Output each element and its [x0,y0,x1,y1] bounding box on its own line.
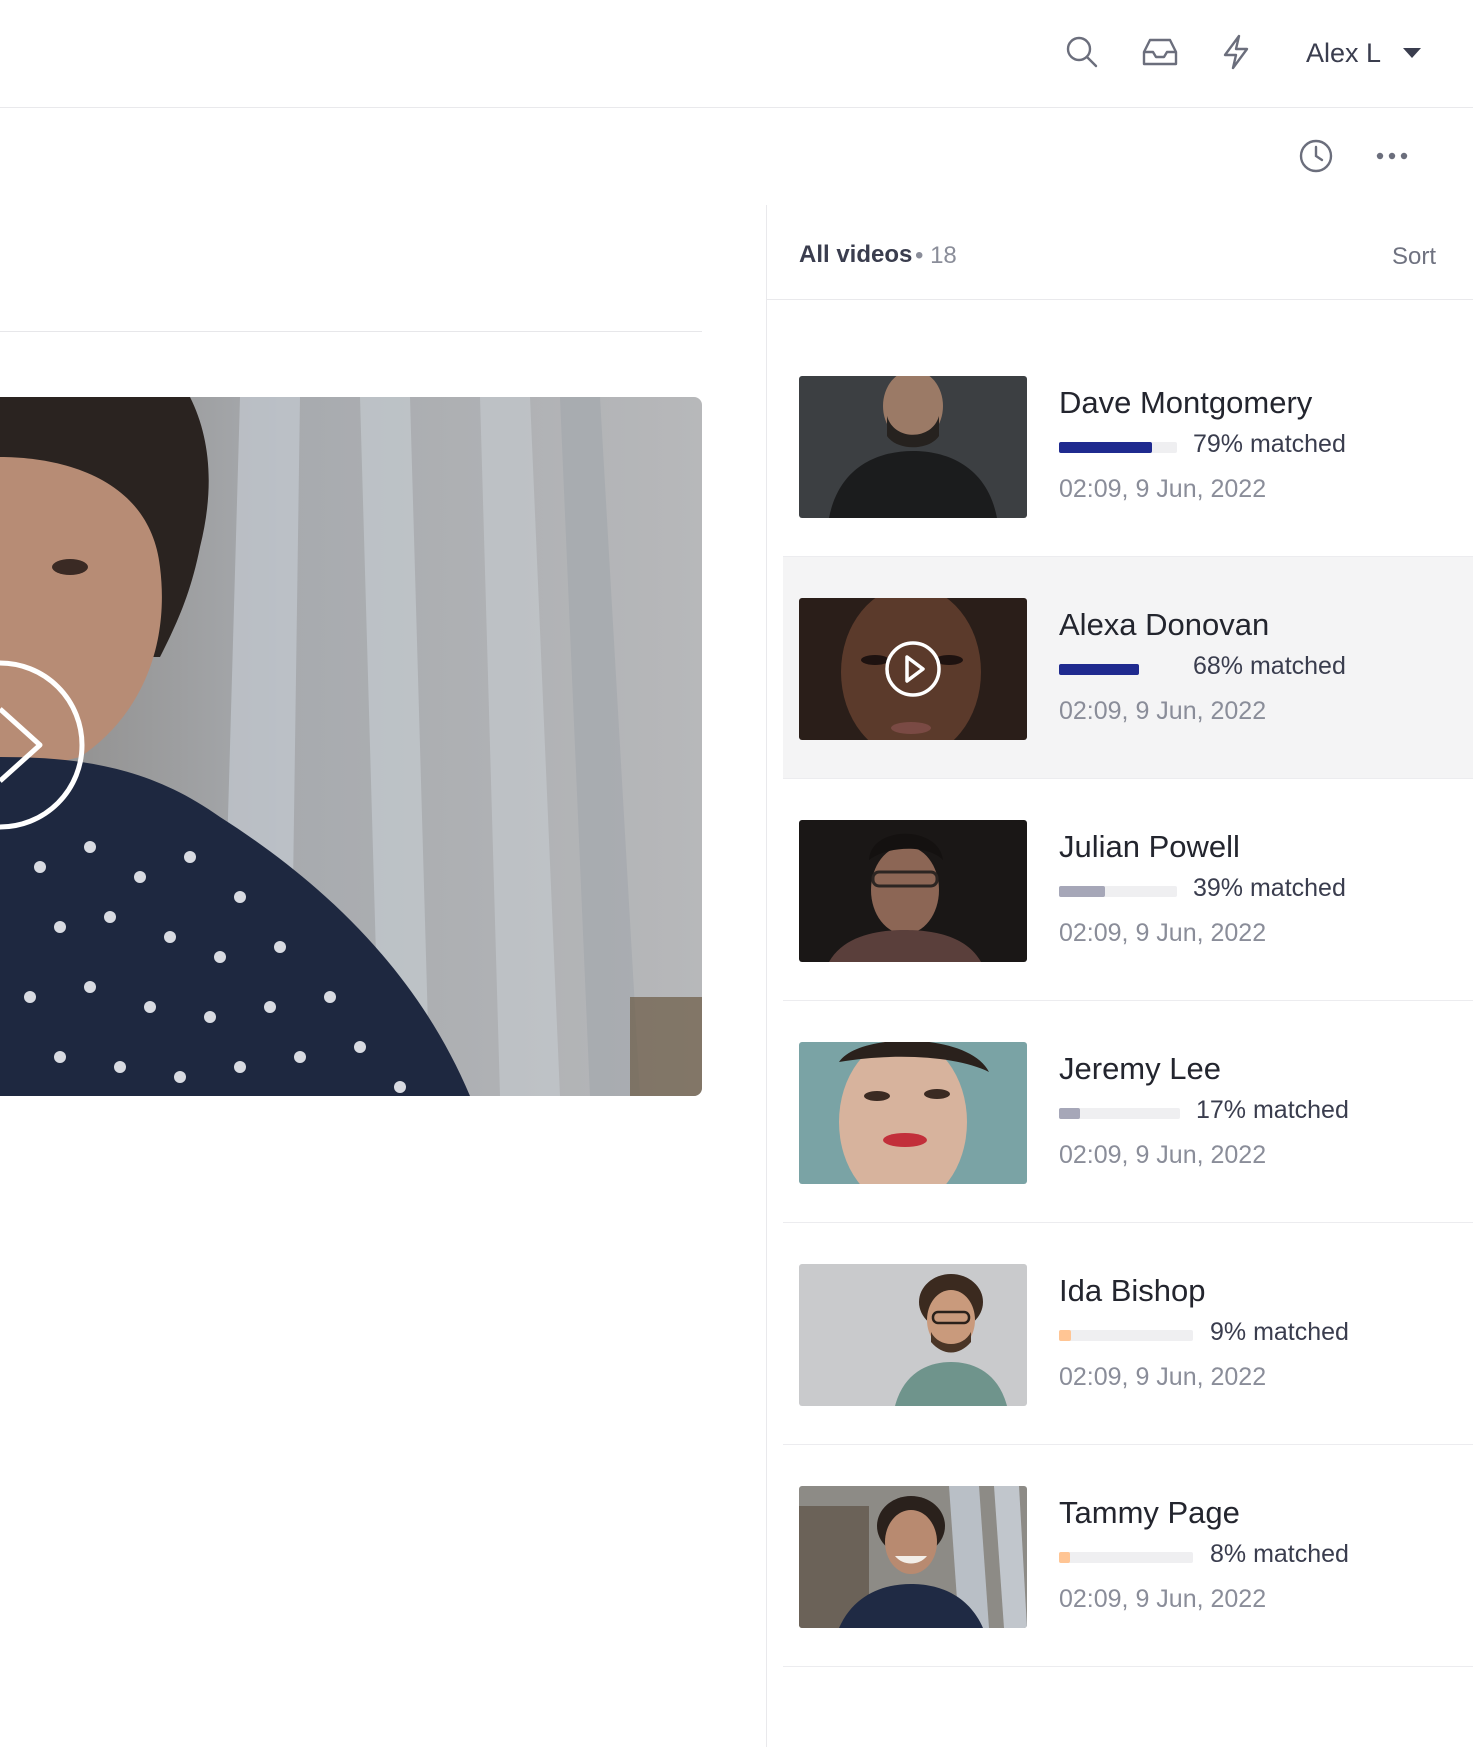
video-list-item[interactable]: Tammy Page 8% matched 02:09, 9 Jun, 2022 [783,1445,1473,1667]
video-name: Ida Bishop [1059,1273,1206,1308]
user-name: Alex L [1306,37,1382,68]
match-progress-bar [1059,886,1177,897]
match-progress-bar [1059,1330,1193,1341]
match-progress-fill [1059,1108,1080,1119]
video-name: Jeremy Lee [1059,1051,1221,1086]
video-name: Julian Powell [1059,829,1240,864]
match-progress-bar [1059,664,1177,675]
video-date: 02:09, 9 Jun, 2022 [1059,697,1267,725]
match-progress-bar [1059,1552,1193,1563]
top-bar: Alex L [0,0,1473,108]
video-name: Tammy Page [1059,1495,1240,1530]
video-date: 02:09, 9 Jun, 2022 [1059,1363,1267,1391]
video-date: 02:09, 9 Jun, 2022 [1059,919,1267,947]
match-progress-fill [1059,664,1140,675]
inbox-icon[interactable] [1140,32,1180,72]
match-label: 68% matched [1193,652,1346,680]
search-icon[interactable] [1062,32,1102,72]
video-date: 02:09, 9 Jun, 2022 [1059,1141,1267,1169]
video-list-item[interactable]: Dave Montgomery 79% matched 02:09, 9 Jun… [783,335,1473,557]
video-list-item[interactable]: Ida Bishop 9% matched 02:09, 9 Jun, 2022 [783,1223,1473,1445]
match-label: 39% matched [1193,874,1346,902]
panel-title: All videos [799,241,913,268]
match-progress-fill [1059,1552,1070,1563]
video-list-item[interactable]: Julian Powell 39% matched 02:09, 9 Jun, … [783,779,1473,1001]
match-progress-fill [1059,886,1106,897]
video-name: Dave Montgomery [1059,385,1313,420]
video-count: • 18 [915,242,957,269]
user-menu[interactable]: Alex L [1306,36,1422,70]
match-progress-bar [1059,1108,1180,1119]
video-thumbnail [799,598,1027,740]
video-list-item[interactable]: Jeremy Lee 17% matched 02:09, 9 Jun, 202… [783,1001,1473,1223]
panel-header: All videos • 18 Sort [767,205,1473,300]
match-label: 9% matched [1210,1318,1349,1346]
main-divider [0,331,702,332]
match-progress-fill [1059,1330,1072,1341]
more-icon[interactable] [1372,136,1412,176]
video-list-item[interactable]: Alexa Donovan 68% matched 02:09, 9 Jun, … [783,557,1473,779]
match-progress-fill [1059,442,1153,453]
video-thumbnail [799,1486,1027,1628]
match-label: 8% matched [1210,1540,1349,1568]
sort-button[interactable]: Sort [1392,243,1436,271]
match-label: 79% matched [1193,430,1346,458]
video-thumbnail [799,376,1027,518]
video-thumbnail [799,1042,1027,1184]
clock-icon[interactable] [1296,136,1336,176]
bolt-icon[interactable] [1216,32,1256,72]
video-date: 02:09, 9 Jun, 2022 [1059,475,1267,503]
video-thumbnail [799,1264,1027,1406]
chevron-down-icon [1403,48,1422,58]
play-icon[interactable] [884,640,942,698]
match-progress-bar [1059,442,1177,453]
video-date: 02:09, 9 Jun, 2022 [1059,1585,1267,1613]
match-label: 17% matched [1196,1096,1349,1124]
video-list: Dave Montgomery 79% matched 02:09, 9 Jun… [783,335,1473,1667]
main-video-player[interactable] [0,397,702,1096]
video-thumbnail [799,820,1027,962]
videos-panel: All videos • 18 Sort Dave Montgomery 79%… [766,205,1473,1747]
video-name: Alexa Donovan [1059,607,1270,642]
